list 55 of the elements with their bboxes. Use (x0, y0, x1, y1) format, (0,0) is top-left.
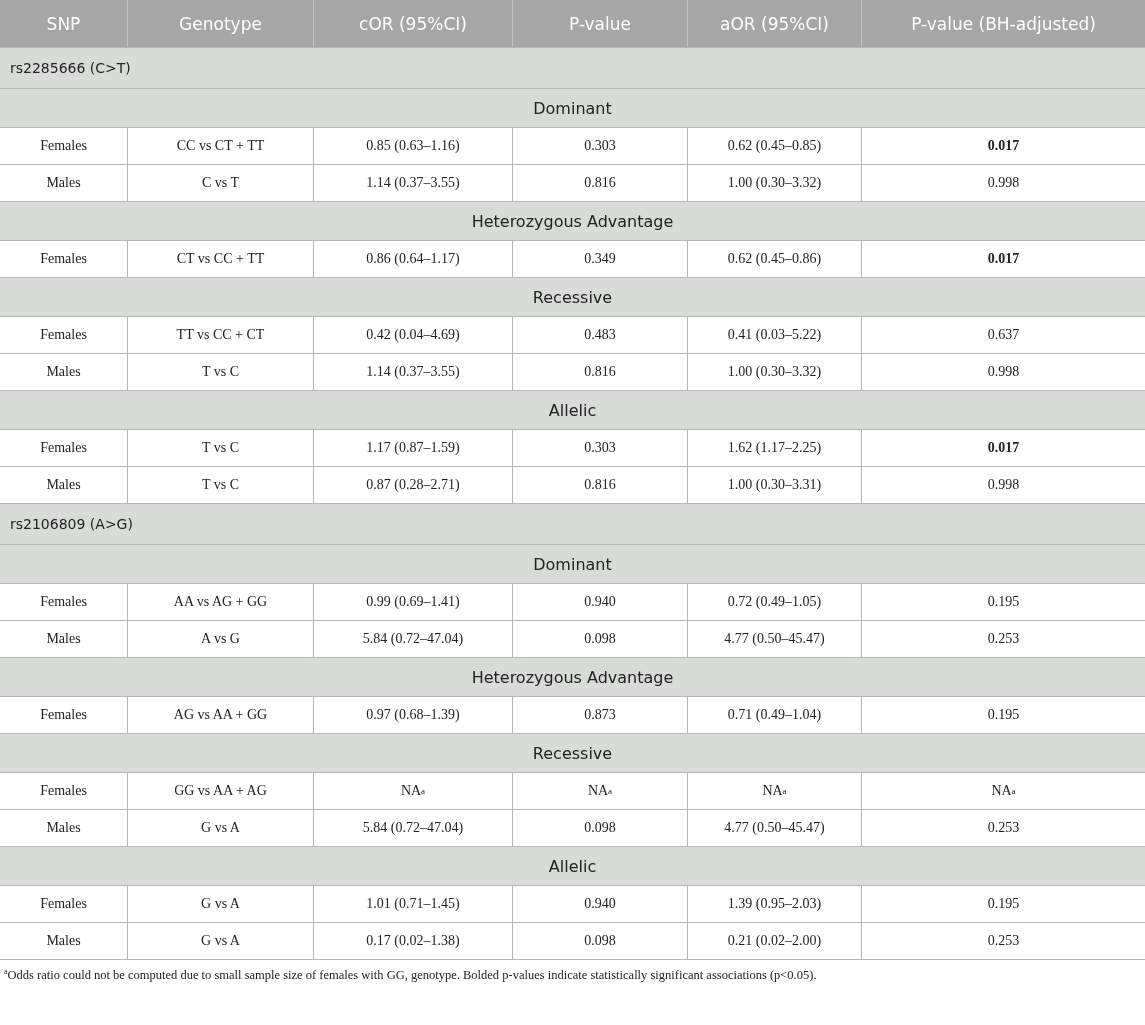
column-header: cOR (95%CI) (313, 0, 512, 47)
table-cell: Females (0, 583, 127, 620)
table-cell: Females (0, 127, 127, 164)
table-cell: 0.62 (0.45–0.85) (687, 127, 861, 164)
table-cell: Females (0, 316, 127, 353)
table-cell: T vs C (127, 429, 313, 466)
table-cell: 0.41 (0.03–5.22) (687, 316, 861, 353)
table-cell: 0.195 (861, 583, 1145, 620)
column-header: P-value (BH-adjusted) (861, 0, 1145, 47)
group-header: Recessive (0, 733, 1145, 772)
table-cell: AA vs AG + GG (127, 583, 313, 620)
table-cell: 0.99 (0.69–1.41) (313, 583, 512, 620)
column-header: SNP (0, 0, 127, 47)
table-cell: 0.017 (861, 127, 1145, 164)
group-header: Allelic (0, 390, 1145, 429)
table-cell: 0.098 (512, 922, 687, 959)
table-cell: 0.253 (861, 922, 1145, 959)
table-cell: 0.195 (861, 885, 1145, 922)
table-cell: 1.39 (0.95–2.03) (687, 885, 861, 922)
table-cell: 0.17 (0.02–1.38) (313, 922, 512, 959)
table-cell: GG vs AA + AG (127, 772, 313, 809)
footnote: $^{a}$Odds ratio could not be computed due to small sample size of females with GG, genotype. Bolded p-values indicate statistically significant associations (p<0.05). (4, 968, 818, 983)
table-cell: 0.017 (861, 429, 1145, 466)
table-cell: 0.21 (0.02–2.00) (687, 922, 861, 959)
table-cell: CC vs CT + TT (127, 127, 313, 164)
group-header: Heterozygous Advantage (0, 201, 1145, 240)
table-cell: Females (0, 429, 127, 466)
table-cell: 0.303 (512, 429, 687, 466)
table-cell: 1.62 (1.17–2.25) (687, 429, 861, 466)
table-cell: Males (0, 922, 127, 959)
group-header: Dominant (0, 544, 1145, 583)
column-header: Genotype (127, 0, 313, 47)
table-cell: TT vs CC + CT (127, 316, 313, 353)
table-cell: 0.303 (512, 127, 687, 164)
column-header: aOR (95%CI) (687, 0, 861, 47)
group-header: Heterozygous Advantage (0, 657, 1145, 696)
table-cell: G vs A (127, 885, 313, 922)
table-cell: 0.483 (512, 316, 687, 353)
group-header: Dominant (0, 88, 1145, 127)
section-header: rs2106809 (A>G) (0, 503, 1145, 544)
section-header: rs2285666 (C>T) (0, 47, 1145, 88)
group-header: Allelic (0, 846, 1145, 885)
table-cell: Females (0, 885, 127, 922)
column-header: P-value (512, 0, 687, 47)
table-cell: 0.85 (0.63–1.16) (313, 127, 512, 164)
table-cell: 1.17 (0.87–1.59) (313, 429, 512, 466)
table-cell: 0.940 (512, 583, 687, 620)
table-cell: 0.940 (512, 885, 687, 922)
group-header: Recessive (0, 277, 1145, 316)
table-cell: 0.72 (0.49–1.05) (687, 583, 861, 620)
table-cell: 0.42 (0.04–4.69) (313, 316, 512, 353)
table-cell: Females (0, 772, 127, 809)
table-cell: 1.01 (0.71–1.45) (313, 885, 512, 922)
table-cell: G vs A (127, 922, 313, 959)
table-cell: 0.637 (861, 316, 1145, 353)
